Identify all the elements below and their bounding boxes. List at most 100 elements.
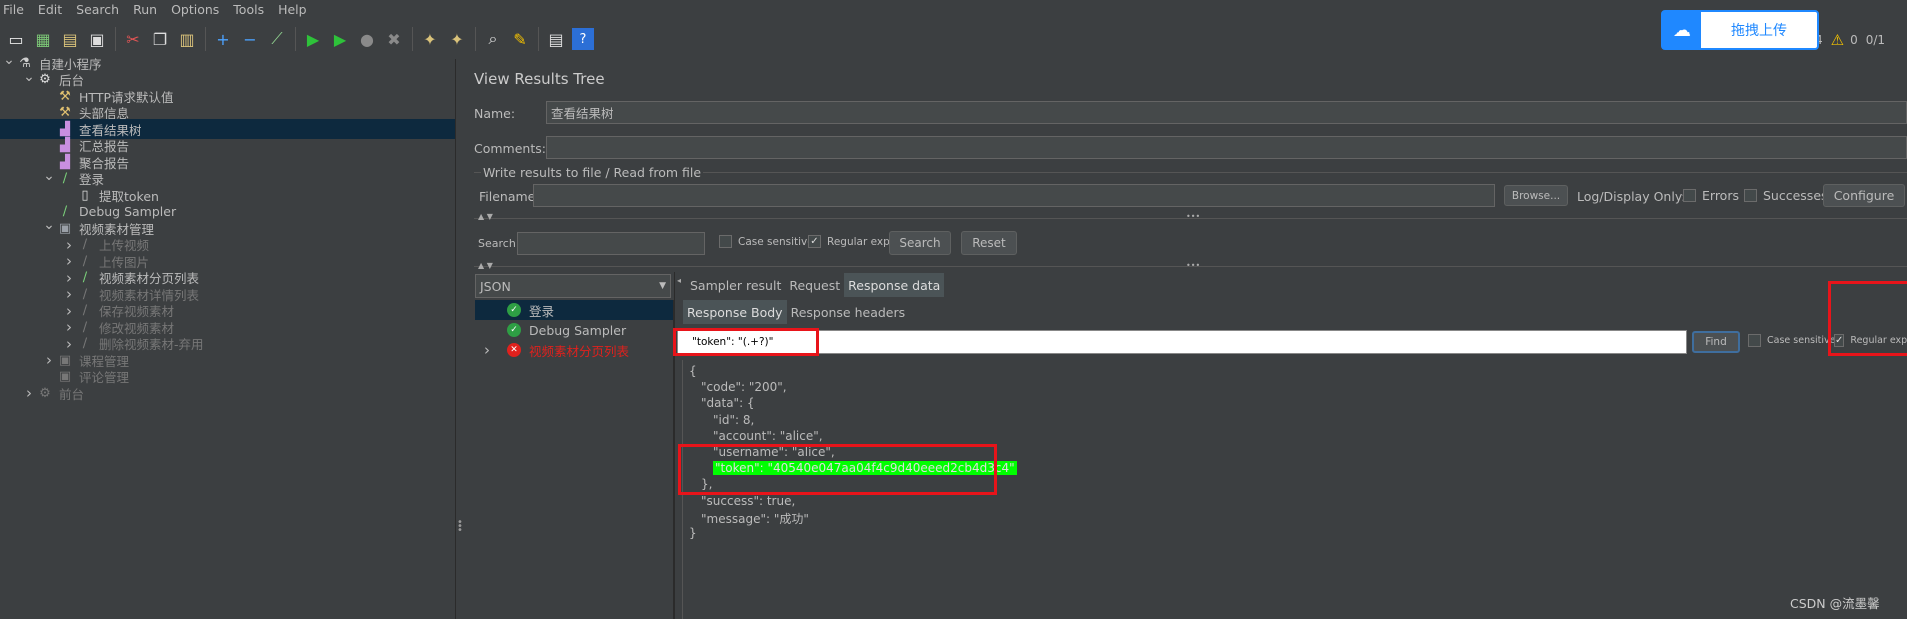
filename-field[interactable]: [533, 184, 1495, 207]
find-input[interactable]: "token": "(.+?)": [677, 330, 1687, 354]
case-sensitive-option[interactable]: Case sensitive: [719, 235, 814, 248]
tab-response-data[interactable]: Response data: [844, 273, 945, 297]
save-icon[interactable]: ▣: [86, 28, 108, 50]
shutdown-icon[interactable]: ✖: [383, 28, 405, 50]
chevron-right-icon[interactable]: ›: [475, 341, 499, 359]
clear-icon[interactable]: ✦: [419, 28, 441, 50]
copy-icon[interactable]: ❐: [149, 28, 171, 50]
tree-item-label: Debug Sampler: [79, 204, 177, 219]
templates-icon[interactable]: ▦: [32, 28, 54, 50]
function-helper-icon[interactable]: ▤: [545, 28, 567, 50]
cloud-icon: ☁: [1663, 12, 1701, 48]
search-input[interactable]: [517, 232, 705, 255]
case-sensitive-label: Case sensitive: [738, 235, 814, 248]
find-case-option[interactable]: Case sensitive: [1748, 334, 1836, 347]
new-icon[interactable]: ▭: [5, 28, 27, 50]
case-sensitive-checkbox[interactable]: [719, 235, 732, 248]
successes-option[interactable]: Successes: [1744, 188, 1828, 203]
expand-icon[interactable]: +: [212, 28, 234, 50]
menu-file[interactable]: File: [3, 2, 24, 17]
divider-grip-icon[interactable]: •••: [1186, 261, 1200, 270]
browse-button[interactable]: Browse...: [1504, 185, 1568, 206]
renderer-select[interactable]: JSON ▼: [475, 274, 671, 298]
gear-icon: ⚙: [39, 385, 51, 401]
watermark: CSDN @流墨馨: [1790, 596, 1880, 611]
chevron-down-icon[interactable]: ⌄: [42, 217, 56, 233]
help-icon[interactable]: ?: [572, 28, 594, 50]
status-area: 4 ⚠ 0 0/1: [1815, 30, 1885, 50]
renderer-value: JSON: [480, 278, 511, 294]
errors-option[interactable]: Errors: [1683, 188, 1739, 203]
warning-count: 0: [1850, 33, 1858, 47]
tree-item[interactable]: › ⚙ 前台: [0, 383, 455, 403]
panel-title: View Results Tree: [474, 70, 605, 88]
name-label: Name:: [474, 106, 516, 121]
warning-icon[interactable]: ⚠: [1831, 31, 1844, 49]
chevron-down-icon[interactable]: ⌄: [42, 168, 56, 184]
menu-search[interactable]: Search: [76, 2, 119, 17]
result-item[interactable]: ✓ Debug Sampler: [475, 320, 673, 340]
filename-label: Filename: [479, 189, 536, 204]
subtab-response-body[interactable]: Response Body: [683, 300, 787, 324]
open-icon[interactable]: ▤: [59, 28, 81, 50]
json-line: "code": "200",: [701, 380, 787, 395]
chevron-down-icon[interactable]: ⌄: [22, 69, 36, 85]
result-item[interactable]: ✓ 登录: [475, 300, 673, 320]
reset-search-icon[interactable]: ✎: [509, 28, 531, 50]
reset-button[interactable]: Reset: [961, 231, 1017, 255]
tree-item-label: 前台: [59, 386, 85, 402]
find-button[interactable]: Find: [1692, 331, 1740, 353]
regular-exp-checkbox[interactable]: ✓: [808, 235, 821, 248]
regular-exp-option[interactable]: ✓ Regular exp.: [808, 235, 893, 248]
result-item[interactable]: › ✕ 视频素材分页列表: [475, 340, 673, 360]
result-item-label: 视频素材分页列表: [529, 343, 630, 359]
toolbar-separator: [295, 27, 296, 51]
toolbar-separator: [412, 27, 413, 51]
collapse-arrows-icon[interactable]: ▲ ▼: [478, 261, 493, 270]
pane-splitter[interactable]: • • •: [455, 59, 463, 619]
collapse-icon[interactable]: −: [239, 28, 261, 50]
configure-button[interactable]: Configure: [1823, 184, 1905, 207]
json-line: "account": "alice",: [713, 428, 823, 443]
search-icon[interactable]: ⌕: [482, 28, 504, 50]
menu-help[interactable]: Help: [278, 2, 307, 17]
success-shield-icon: ✓: [507, 323, 521, 337]
chevron-down-icon[interactable]: ⌄: [2, 52, 16, 68]
menu-edit[interactable]: Edit: [38, 2, 62, 17]
search-button[interactable]: Search: [889, 231, 951, 255]
collapse-arrows-icon[interactable]: ▲ ▼: [478, 212, 493, 221]
chevron-right-icon[interactable]: ›: [22, 384, 36, 402]
paste-icon[interactable]: ▥: [176, 28, 198, 50]
comments-field[interactable]: [546, 136, 1907, 159]
chevron-down-icon: ▼: [659, 281, 666, 291]
successes-label: Successes: [1763, 188, 1828, 203]
tab-scroll-icon[interactable]: ◂: [677, 276, 681, 285]
clear-all-icon[interactable]: ✦: [446, 28, 468, 50]
tab-request[interactable]: Request: [785, 273, 844, 297]
annotation-box-token: [678, 444, 997, 495]
successes-checkbox[interactable]: [1744, 189, 1757, 202]
tab-sampler-result[interactable]: Sampler result: [686, 273, 785, 297]
cut-icon[interactable]: ✂: [122, 28, 144, 50]
menu-options[interactable]: Options: [171, 2, 219, 17]
start-no-pause-icon[interactable]: ▶: [329, 28, 351, 50]
menu-run[interactable]: Run: [133, 2, 157, 17]
upload-widget[interactable]: ☁ 拖拽上传: [1661, 10, 1819, 50]
stop-icon[interactable]: ●: [356, 28, 378, 50]
find-case-checkbox[interactable]: [1748, 334, 1761, 347]
name-field[interactable]: 查看结果树: [546, 101, 1907, 124]
error-shield-icon: ✕: [507, 343, 521, 357]
toggle-icon[interactable]: ⟋: [266, 28, 288, 50]
subtab-response-headers[interactable]: Response headers: [787, 300, 910, 324]
start-icon[interactable]: ▶: [302, 28, 324, 50]
json-line: "success": true,: [701, 493, 796, 508]
comments-label: Comments:: [474, 141, 546, 156]
toolbar-separator: [205, 27, 206, 51]
divider-grip-icon[interactable]: •••: [1186, 212, 1200, 221]
regular-exp-label: Regular exp.: [827, 235, 894, 248]
menu-tools[interactable]: Tools: [233, 2, 264, 17]
errors-label: Errors: [1702, 188, 1739, 203]
errors-checkbox[interactable]: [1683, 189, 1696, 202]
result-item-label: Debug Sampler: [529, 322, 627, 338]
splitter-grip-icon: • • •: [457, 517, 463, 536]
